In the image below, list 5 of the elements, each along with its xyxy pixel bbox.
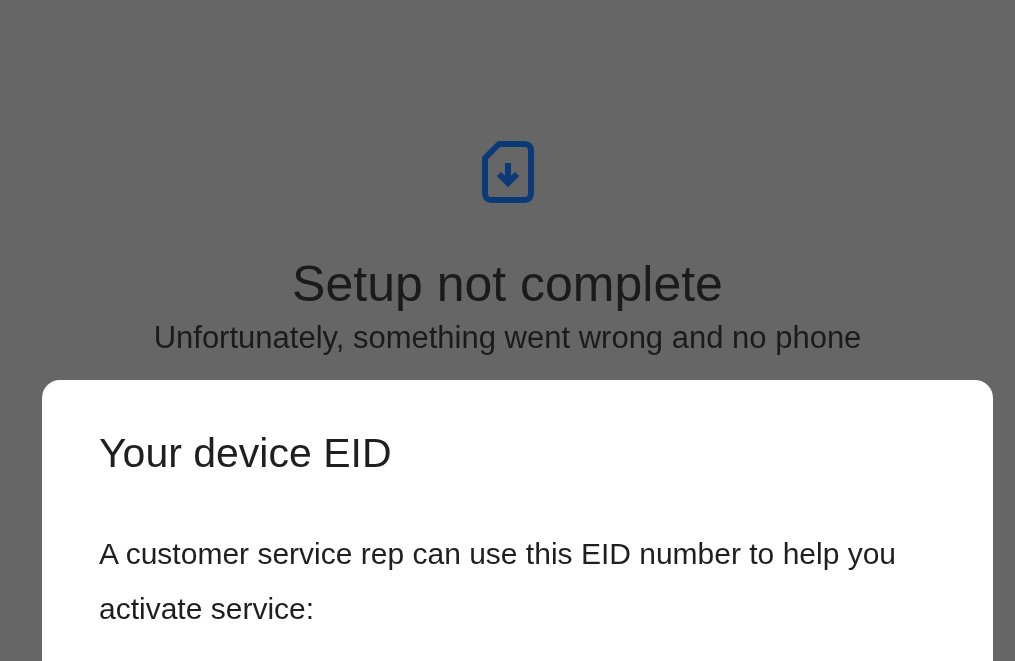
- screen-title: Setup not complete: [292, 255, 723, 314]
- sim-card-download-icon: [480, 140, 535, 204]
- dialog-title: Your device EID: [99, 429, 393, 478]
- screen-message: Unfortunately, something went wrong and no phone: [153, 319, 862, 357]
- dialog-body: A customer service rep can use this EID number to help you activate service:: [99, 536, 898, 627]
